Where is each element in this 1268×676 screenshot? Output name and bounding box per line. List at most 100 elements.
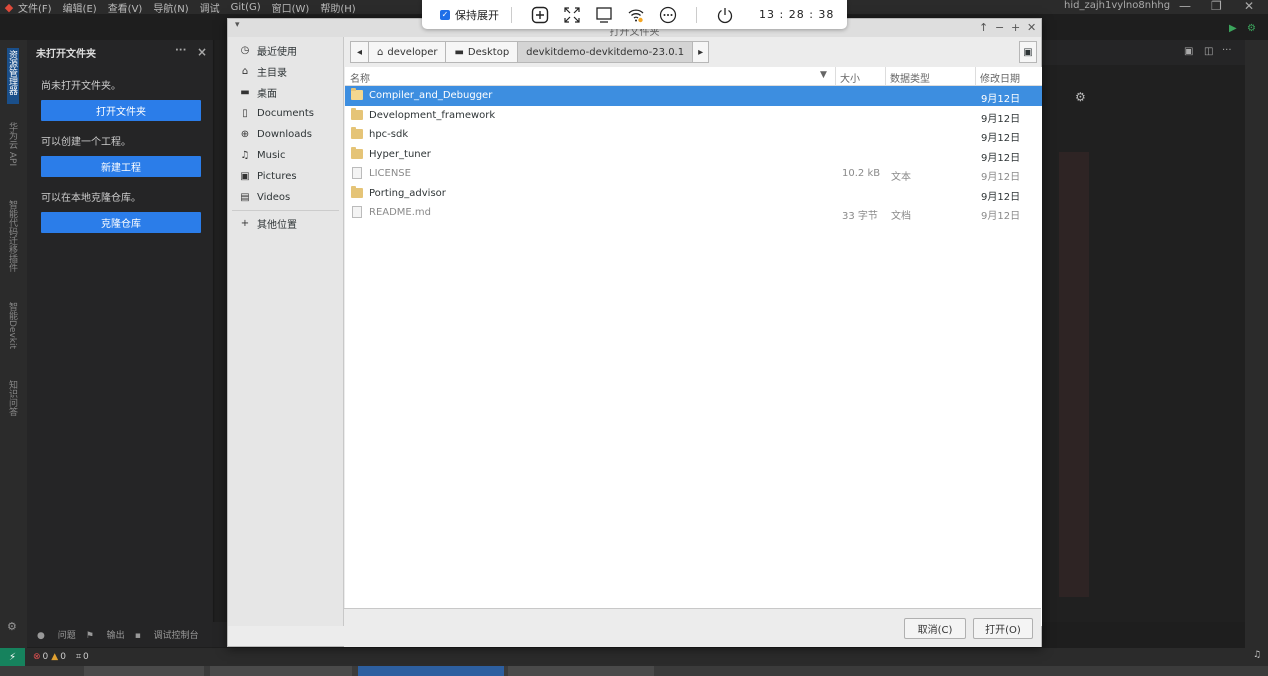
col-name[interactable]: 名称	[350, 70, 370, 85]
close-sidebar-icon[interactable]: ×	[197, 45, 207, 59]
close-icon[interactable]: ✕	[1244, 0, 1254, 13]
file-date: 9月12日	[981, 133, 1021, 144]
debug-icon[interactable]: ⚙	[1247, 23, 1256, 34]
file-row[interactable]: Compiler_and_Debugger 9月12日	[345, 86, 1042, 106]
file-row[interactable]: LICENSE 10.2 kB 文本 9月12日	[345, 164, 1042, 184]
file-type: 文本	[891, 172, 911, 183]
keep-open-label: 保持展开	[455, 8, 499, 22]
warning-icon: ▲	[51, 652, 59, 662]
new-folder-icon[interactable]: ▣	[1019, 41, 1037, 63]
taskbar-item[interactable]	[210, 666, 352, 676]
col-modified[interactable]: 修改日期	[980, 70, 1020, 85]
open-folder-button[interactable]: 打开文件夹	[41, 100, 201, 121]
place-label: Videos	[257, 192, 291, 203]
plus-icon: +	[240, 218, 250, 229]
path-segment-current[interactable]: devkitdemo-devkitdemo-23.0.1	[517, 41, 694, 63]
panel-tab-output[interactable]: ⚑ 输出	[86, 628, 125, 641]
minimize-icon[interactable]: —	[1179, 0, 1191, 13]
file-size: 33 字节	[842, 211, 878, 222]
places-sidebar: ◷ 最近使用 ⌂ 主目录 ▬ 桌面 ▯ Documents ⊕ Downloads ♫ Mu…	[228, 37, 344, 626]
notification-bell-icon[interactable]: ♫	[1253, 650, 1261, 660]
dialog-maximize-icon[interactable]: ↑	[979, 21, 988, 34]
layout-icon[interactable]: ▣	[1184, 46, 1193, 57]
dialog-minimize-icon[interactable]: −	[995, 21, 1004, 34]
power-icon[interactable]	[715, 5, 735, 25]
panel-tab-debug-console[interactable]: ▪ 调试控制台	[135, 628, 199, 641]
file-date: 9月12日	[981, 211, 1021, 222]
explorer-sidebar: 未打开文件夹 ··· × 尚未打开文件夹。 打开文件夹 可以创建一个工程。 新建…	[27, 40, 214, 622]
error-icon: ⊗	[33, 652, 41, 662]
ports-count[interactable]: 0	[83, 652, 89, 662]
taskbar-item[interactable]	[508, 666, 654, 676]
cancel-button[interactable]: 取消(C)	[904, 618, 966, 639]
split-editor-icon[interactable]: ◫	[1204, 46, 1213, 57]
place-recent[interactable]: ◷ 最近使用	[228, 40, 343, 61]
add-icon[interactable]	[530, 5, 550, 25]
place-downloads[interactable]: ⊕ Downloads	[228, 124, 343, 145]
file-row[interactable]: hpc-sdk 9月12日	[345, 125, 1042, 145]
path-segment-desktop[interactable]: ▬ Desktop	[445, 41, 519, 63]
place-pictures[interactable]: ▣ Pictures	[228, 166, 343, 187]
menu-help[interactable]: 帮助(H)	[320, 0, 355, 15]
col-size[interactable]: 大小	[840, 70, 860, 85]
dialog-close-icon[interactable]: ✕	[1027, 21, 1036, 34]
new-project-button[interactable]: 新建工程	[41, 156, 201, 177]
file-size: 10.2 kB	[842, 168, 881, 179]
settings-gear-icon[interactable]: ⚙	[7, 620, 17, 633]
menu-navigate[interactable]: 导航(N)	[153, 0, 188, 15]
run-icon[interactable]: ▶	[1229, 23, 1237, 34]
app-logo-icon: ◆	[4, 0, 14, 14]
keep-open-checkbox[interactable]: ✓	[440, 9, 450, 20]
clock-icon: ◷	[240, 45, 250, 56]
activity-tab-cloud-api[interactable]: 华为云 API	[6, 122, 19, 166]
monitor-icon[interactable]	[594, 5, 614, 25]
file-date: 9月12日	[981, 152, 1021, 164]
more-actions-icon[interactable]: ···	[175, 45, 186, 56]
place-music[interactable]: ♫ Music	[228, 145, 343, 166]
panel-tab-problems[interactable]: ● 问题	[37, 628, 76, 641]
activity-tab-migration[interactable]: 智能代码迁移插件	[6, 200, 19, 272]
clone-repo-button[interactable]: 克隆仓库	[41, 212, 201, 233]
folder-icon	[351, 107, 363, 120]
place-videos[interactable]: ▤ Videos	[228, 187, 343, 208]
path-segment-developer[interactable]: ⌂ developer	[368, 41, 447, 63]
menu-window[interactable]: 窗口(W)	[272, 0, 310, 15]
open-button[interactable]: 打开(O)	[973, 618, 1033, 639]
taskbar-item-active[interactable]	[358, 666, 504, 676]
error-count[interactable]: 0	[43, 652, 49, 662]
remote-indicator-icon[interactable]: ⚡	[0, 648, 25, 666]
file-row[interactable]: Development_framework 9月12日	[345, 106, 1042, 126]
menu-edit[interactable]: 编辑(E)	[63, 0, 97, 15]
settings-icon[interactable]: ⚙	[1075, 90, 1086, 104]
menu-debug[interactable]: 调试	[200, 0, 220, 15]
menu-file[interactable]: 文件(F)	[18, 0, 52, 15]
file-row[interactable]: Porting_advisor 9月12日	[345, 184, 1042, 204]
file-row[interactable]: README.md 33 字节 文档 9月12日	[345, 203, 1042, 223]
taskbar	[0, 666, 1268, 676]
place-other-locations[interactable]: + 其他位置	[228, 213, 343, 234]
activity-bar: 资源管理器 华为云 API 智能代码迁移插件 智能Devkit 知识问答 ⚙	[0, 40, 27, 648]
activity-tab-explorer[interactable]: 资源管理器	[6, 50, 19, 95]
path-back-icon[interactable]: ◂	[350, 41, 370, 63]
menu-git[interactable]: Git(G)	[231, 2, 261, 13]
column-header: 名称 ▼ 大小 数据类型 修改日期	[345, 67, 1042, 86]
editor-more-icon[interactable]: ···	[1222, 45, 1232, 56]
sort-down-icon[interactable]: ▼	[820, 70, 827, 80]
place-documents[interactable]: ▯ Documents	[228, 103, 343, 124]
wifi-icon[interactable]	[626, 5, 646, 25]
activity-tab-qa[interactable]: 知识问答	[6, 380, 19, 416]
activity-tab-devkit[interactable]: 智能Devkit	[6, 302, 19, 349]
file-row[interactable]: Hyper_tuner 9月12日	[345, 145, 1042, 165]
dialog-restore-icon[interactable]: +	[1011, 21, 1020, 34]
restore-icon[interactable]: ❐	[1211, 0, 1222, 13]
right-strip: ▶ ⚙	[1229, 23, 1268, 648]
path-forward-icon[interactable]: ▸	[692, 41, 710, 63]
place-home[interactable]: ⌂ 主目录	[228, 61, 343, 82]
fullscreen-icon[interactable]	[562, 5, 582, 25]
more-icon[interactable]	[658, 5, 678, 25]
warning-count[interactable]: 0	[60, 652, 66, 662]
col-type[interactable]: 数据类型	[890, 70, 930, 85]
menu-view[interactable]: 查看(V)	[108, 0, 143, 15]
place-desktop[interactable]: ▬ 桌面	[228, 82, 343, 103]
taskbar-item[interactable]	[84, 666, 204, 676]
